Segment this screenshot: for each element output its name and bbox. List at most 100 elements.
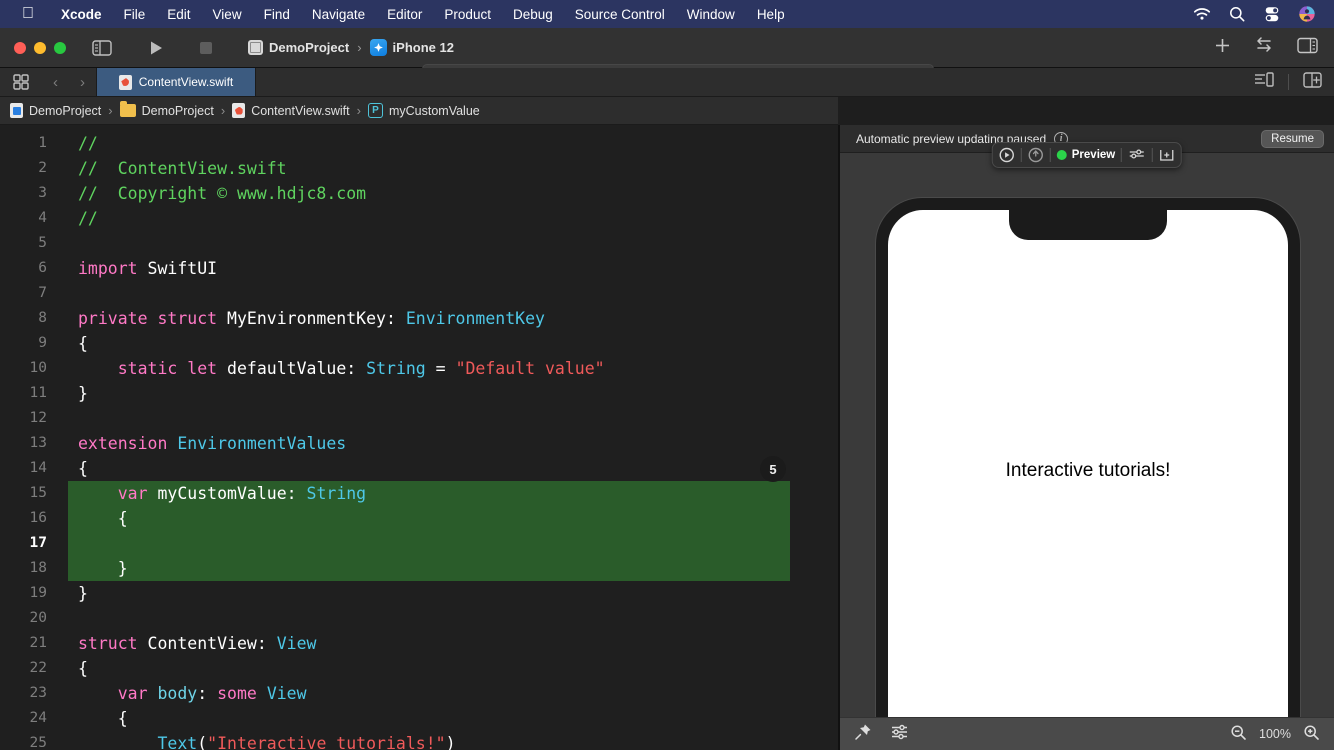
live-preview-icon[interactable] xyxy=(999,147,1015,163)
apple-logo-icon[interactable]:  xyxy=(22,6,34,22)
menu-item-edit[interactable]: Edit xyxy=(156,7,201,22)
breadcrumb: DemoProject › DemoProject › ContentView.… xyxy=(0,97,838,125)
traffic-lights xyxy=(0,41,66,54)
menu-tray xyxy=(1193,5,1322,23)
menu-item-find[interactable]: Find xyxy=(253,7,301,22)
code-line[interactable]: 16 { xyxy=(0,506,838,531)
scheme-selector[interactable]: DemoProject › iPhone 12 xyxy=(248,39,454,56)
control-center-icon[interactable] xyxy=(1263,5,1281,23)
breadcrumb-label-1: DemoProject xyxy=(141,103,214,118)
wifi-icon[interactable] xyxy=(1193,5,1211,23)
breadcrumb-item-file[interactable]: ContentView.swift xyxy=(232,103,350,118)
mac-menu-bar:  Xcode File Edit View Find Navigate Edi… xyxy=(0,0,1334,28)
navigate-forward-arrow[interactable]: › xyxy=(69,68,96,96)
code-line[interactable]: 13 extension EnvironmentValues xyxy=(0,431,838,456)
preview-pane: Automatic preview updating paused i Resu… xyxy=(840,125,1334,750)
code-line[interactable]: 24 { xyxy=(0,706,838,731)
code-line[interactable]: 21 struct ContentView: View xyxy=(0,631,838,656)
close-window-button[interactable] xyxy=(14,41,26,54)
breadcrumb-item-project[interactable]: DemoProject xyxy=(10,103,101,118)
menu-item-navigate[interactable]: Navigate xyxy=(301,7,376,22)
code-line[interactable]: 25 Text("Interactive tutorials!") xyxy=(0,731,838,750)
code-line[interactable]: 8 private struct MyEnvironmentKey: Enviro… xyxy=(0,306,838,331)
code-line[interactable]: 5 xyxy=(0,231,838,256)
code-line[interactable]: 4 // xyxy=(0,206,838,231)
user-avatar-icon[interactable] xyxy=(1298,5,1316,23)
inspector-toggle-icon[interactable] xyxy=(1297,37,1318,59)
sidebar-toggle-icon[interactable] xyxy=(88,34,116,62)
menu-item-view[interactable]: View xyxy=(202,7,253,22)
toolbar-right-group xyxy=(1214,37,1334,59)
navigate-back-arrow[interactable]: ‹ xyxy=(42,68,69,96)
breadcrumb-item-folder[interactable]: DemoProject xyxy=(119,101,214,118)
highlight-count-badge[interactable]: 5 xyxy=(760,456,786,482)
resume-button[interactable]: Resume xyxy=(1261,129,1324,148)
code-line[interactable]: 15 var myCustomValue: String xyxy=(0,481,838,506)
code-line-text: { xyxy=(78,709,128,728)
search-icon[interactable] xyxy=(1228,5,1246,23)
code-line[interactable]: 6 import SwiftUI xyxy=(0,256,838,281)
xcode-window:  Xcode File Edit View Find Navigate Edi… xyxy=(0,0,1334,750)
tab-grid-icon[interactable] xyxy=(0,68,42,96)
preview-status-badge[interactable]: Preview xyxy=(1056,149,1115,161)
swap-arrows-icon[interactable] xyxy=(1253,37,1275,58)
code-line[interactable]: 10 static let defaultValue: String = "De… xyxy=(0,356,838,381)
code-line[interactable]: 17 xyxy=(0,531,838,556)
menu-item-product[interactable]: Product xyxy=(433,7,502,22)
line-number: 16 xyxy=(29,510,47,526)
code-line[interactable]: 3 // Copyright © www.hdjc8.com xyxy=(0,181,838,206)
menu-item-xcode[interactable]: Xcode xyxy=(50,7,113,22)
code-line[interactable]: 14 { xyxy=(0,456,838,481)
run-play-icon[interactable] xyxy=(142,34,170,62)
editor-options-icon[interactable] xyxy=(1254,72,1274,92)
preview-settings-icon[interactable] xyxy=(890,724,909,745)
code-line[interactable]: 2 // ContentView.swift xyxy=(0,156,838,181)
code-line-text: } xyxy=(78,384,88,403)
code-line[interactable]: 9{ xyxy=(0,331,838,356)
breadcrumb-label-2: ContentView.swift xyxy=(251,103,350,118)
code-line-text: private struct MyEnvironmentKey: Environ… xyxy=(78,309,545,328)
code-line[interactable]: 19} xyxy=(0,581,838,606)
menu-item-window[interactable]: Window xyxy=(676,7,746,22)
preview-bottom-left xyxy=(854,723,909,746)
line-number: 1 xyxy=(38,135,47,151)
line-number: 19 xyxy=(29,585,47,601)
code-line[interactable]: 22 { xyxy=(0,656,838,681)
tabbar-right-group xyxy=(1254,68,1334,96)
add-editor-icon[interactable] xyxy=(1303,71,1322,93)
preview-bottom-bar: 100% xyxy=(840,717,1334,750)
line-number: 14 xyxy=(29,460,47,476)
minimize-window-button[interactable] xyxy=(34,41,46,54)
plus-icon[interactable] xyxy=(1214,37,1231,59)
code-line[interactable]: 20 xyxy=(0,606,838,631)
tabbar-divider xyxy=(1288,74,1289,90)
menu-item-source-control[interactable]: Source Control xyxy=(564,7,676,22)
code-line-text: static let defaultValue: String = "Defau… xyxy=(117,359,605,378)
code-line[interactable]: 12 xyxy=(0,406,838,431)
zoom-out-icon[interactable] xyxy=(1230,724,1247,744)
menu-item-help[interactable]: Help xyxy=(746,7,796,22)
add-preview-icon[interactable] xyxy=(1159,148,1175,162)
code-line[interactable]: 1 // xyxy=(0,131,838,156)
menu-item-debug[interactable]: Debug xyxy=(502,7,564,22)
zoom-in-icon[interactable] xyxy=(1303,724,1320,744)
project-scheme-icon xyxy=(248,40,263,55)
line-number: 18 xyxy=(29,560,47,576)
source-editor[interactable]: 5 1 // 2 // ContentView.swift 3 // Copyright ©… xyxy=(0,125,838,750)
preview-canvas[interactable]: Interactive tutorials! xyxy=(840,153,1334,722)
tab-contentview-swift[interactable]: ContentView.swift xyxy=(96,68,256,96)
menu-item-file[interactable]: File xyxy=(113,7,157,22)
code-line[interactable]: 18 } xyxy=(0,556,838,581)
device-settings-icon[interactable] xyxy=(1128,148,1146,162)
code-line[interactable]: 7 xyxy=(0,281,838,306)
line-number: 9 xyxy=(38,335,47,351)
breadcrumb-item-symbol[interactable]: P myCustomValue xyxy=(367,103,480,118)
pin-icon[interactable] xyxy=(854,723,872,746)
zoom-window-button[interactable] xyxy=(54,41,66,54)
menu-item-editor[interactable]: Editor xyxy=(376,7,433,22)
stop-square-icon[interactable] xyxy=(192,34,220,62)
code-line[interactable]: 11} xyxy=(0,381,838,406)
code-content[interactable]: 5 1 // 2 // ContentView.swift 3 // Copyright ©… xyxy=(0,125,838,750)
code-line[interactable]: 23 var body: some View xyxy=(0,681,838,706)
selectable-preview-icon[interactable] xyxy=(1028,147,1044,163)
